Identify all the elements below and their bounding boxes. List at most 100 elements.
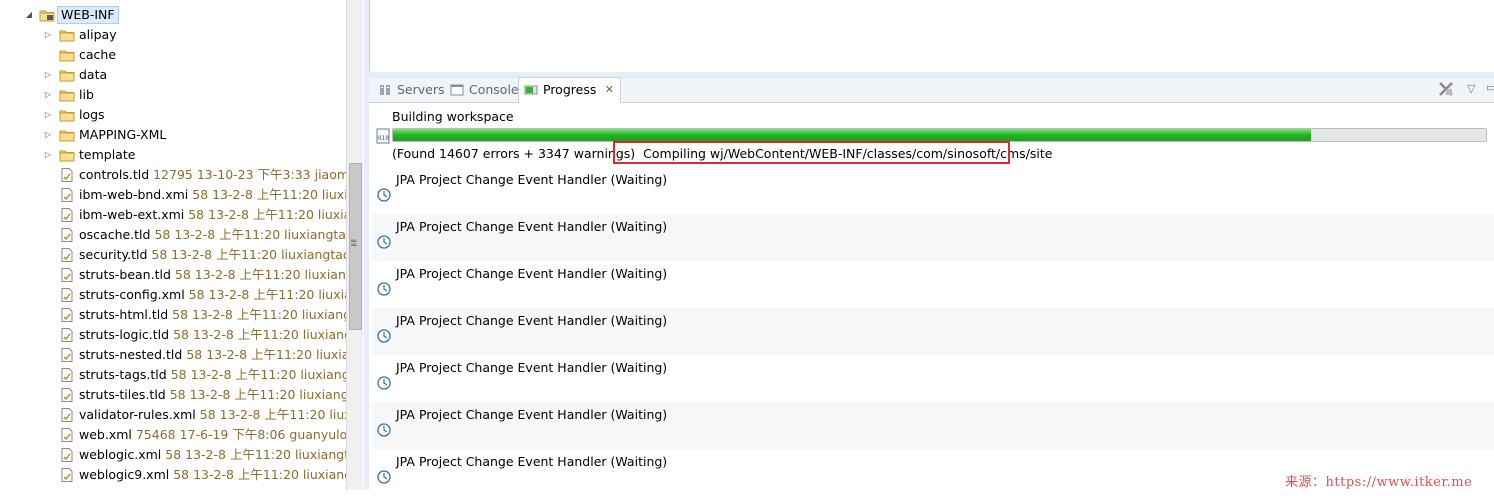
tree-folder[interactable]: ▷ MAPPING-XML [0, 125, 346, 145]
clock-icon [377, 423, 391, 437]
job-label: JPA Project Change Event Handler (Waitin… [396, 172, 668, 187]
tree-folder[interactable]: ▷ template [0, 145, 346, 165]
folder-label: data [79, 67, 108, 82]
tab-servers[interactable]: Servers [373, 78, 445, 102]
progress-icon [524, 85, 538, 95]
expanded-arrow-icon[interactable]: ◢ [24, 5, 34, 25]
file-icon [61, 308, 73, 322]
view-tab-bar: Servers Console Progress ✕ [369, 77, 1494, 104]
job-title: Building workspace [392, 109, 514, 124]
file-meta: 58 13-2-8 上午11:20 liuxiangta [172, 307, 346, 322]
tab-console[interactable]: Console [445, 78, 519, 102]
file-meta: 75468 17-6-19 下午8:06 guanyulong [135, 427, 346, 442]
file-meta: 58 13-2-8 上午11:20 liuxiangtao [165, 447, 346, 462]
folder-icon [59, 30, 75, 42]
file-icon [61, 268, 73, 282]
tree-file[interactable]: struts-config.xml 58 13-2-8 上午11:20 liux… [0, 285, 346, 305]
folder-icon [59, 90, 75, 102]
file-meta: 58 13-2-8 上午11:20 liuxiangta [173, 467, 346, 482]
tree-file[interactable]: struts-html.tld 58 13-2-8 上午11:20 liuxia… [0, 305, 346, 325]
file-name: oscache.tld [79, 227, 151, 242]
clock-icon [377, 376, 391, 390]
progress-bar [392, 128, 1487, 142]
file-meta: 58 13-2-8 上午11:20 liuxiangtao [154, 227, 346, 242]
file-name: struts-tags.tld [79, 367, 167, 382]
folder-label: cache [79, 47, 117, 62]
clock-icon [377, 235, 391, 249]
tree-file[interactable]: struts-nested.tld 58 13-2-8 上午11:20 liux… [0, 345, 346, 365]
tree-folder[interactable]: ▷ logs [0, 105, 346, 125]
folder-icon [59, 150, 75, 162]
tree-file[interactable]: struts-bean.tld 58 13-2-8 上午11:20 liuxia… [0, 265, 346, 285]
file-meta: 58 13-2-8 上午11:20 liuxiang [186, 347, 346, 362]
tree-file[interactable]: weblogic.xml 58 13-2-8 上午11:20 liuxiangt… [0, 445, 346, 465]
file-icon [61, 168, 73, 182]
folder-label: MAPPING-XML [79, 127, 167, 142]
tree-folder[interactable]: cache [0, 45, 346, 65]
tree-file[interactable]: ibm-web-bnd.xmi 58 13-2-8 上午11:20 liuxia… [0, 185, 346, 205]
file-icon [61, 348, 73, 362]
job-label: JPA Project Change Event Handler (Waitin… [396, 219, 668, 234]
tree-root-web-inf[interactable]: ◢ WEB-INF [0, 5, 346, 25]
file-name: struts-tiles.tld [79, 387, 166, 402]
highlight-box [613, 141, 1010, 164]
file-icon [61, 288, 73, 302]
tree-file[interactable]: web.xml 75468 17-6-19 下午8:06 guanyulong [0, 425, 346, 445]
collapsed-arrow-icon[interactable]: ▷ [43, 145, 53, 165]
file-icon [61, 208, 73, 222]
folder-label: lib [79, 87, 94, 102]
file-name: weblogic.xml [79, 447, 162, 462]
folder-icon [59, 50, 75, 62]
tree-folder[interactable]: ▷ alipay [0, 25, 346, 45]
folder-label: alipay [79, 27, 117, 42]
collapsed-arrow-icon[interactable]: ▷ [43, 25, 53, 45]
explorer-scrollbar[interactable]: ═ ═ [346, 0, 363, 490]
close-icon[interactable]: ✕ [605, 78, 614, 102]
folder-icon [59, 110, 75, 122]
scrollbar-grip-icon: ═ ═ [351, 237, 357, 251]
build-job-icon: 010 [376, 128, 390, 144]
tree-file[interactable]: controls.tld 12795 13-10-23 下午3:33 jiaom… [0, 165, 346, 185]
clock-icon [377, 282, 391, 296]
view-menu-icon[interactable]: ▽ [1467, 82, 1475, 95]
collapsed-arrow-icon[interactable]: ▷ [43, 65, 53, 85]
tab-label: Console [469, 82, 519, 97]
file-meta: 58 13-2-8 上午11:20 liuxiang [188, 207, 346, 222]
tree-folder[interactable]: ▷ data [0, 65, 346, 85]
tree-file[interactable]: ibm-web-ext.xmi 58 13-2-8 上午11:20 liuxia… [0, 205, 346, 225]
file-name: web.xml [79, 427, 132, 442]
tree-file[interactable]: security.tld 58 13-2-8 上午11:20 liuxiangt… [0, 245, 346, 265]
file-icon [61, 448, 73, 462]
watermark: 来源：https://www.itker.me [1285, 475, 1473, 490]
collapsed-arrow-icon[interactable]: ▷ [43, 85, 53, 105]
file-meta: 58 13-2-8 上午11:20 liuxiangta [170, 367, 346, 382]
editor-area[interactable] [369, 0, 1494, 73]
file-meta: 58 13-2-8 上午11:20 liuxiangtao [169, 387, 346, 402]
file-icon [61, 368, 73, 382]
minimize-icon[interactable]: ▭ [1486, 81, 1494, 94]
file-name: struts-nested.tld [79, 347, 183, 362]
clock-icon [377, 470, 391, 484]
job-label: JPA Project Change Event Handler (Waitin… [396, 313, 668, 328]
file-name: struts-bean.tld [79, 267, 171, 282]
tree-file[interactable]: struts-tags.tld 58 13-2-8 上午11:20 liuxia… [0, 365, 346, 385]
job-label: JPA Project Change Event Handler (Waitin… [396, 407, 668, 422]
tree-file[interactable]: struts-tiles.tld 58 13-2-8 上午11:20 liuxi… [0, 385, 346, 405]
file-name: security.tld [79, 247, 148, 262]
job-label: JPA Project Change Event Handler (Waitin… [396, 454, 668, 469]
collapsed-arrow-icon[interactable]: ▷ [43, 125, 53, 145]
tree-file[interactable]: oscache.tld 58 13-2-8 上午11:20 liuxiangta… [0, 225, 346, 245]
tree-file[interactable]: validator-rules.xml 58 13-2-8 上午11:20 li… [0, 405, 346, 425]
file-meta: 58 13-2-8 上午11:20 liuxiangta [174, 267, 346, 282]
tab-label: Servers [397, 82, 445, 97]
file-icon [61, 228, 73, 242]
tree-file[interactable]: struts-logic.tld 58 13-2-8 上午11:20 liuxi… [0, 325, 346, 345]
remove-all-finished-icon[interactable] [1437, 80, 1455, 102]
tab-progress[interactable]: Progress ✕ [518, 77, 621, 104]
tree-file[interactable]: weblogic9.xml 58 13-2-8 上午11:20 liuxiang… [0, 465, 346, 485]
file-icon [61, 408, 73, 422]
file-icon [61, 388, 73, 402]
tree-folder[interactable]: ▷ lib [0, 85, 346, 105]
collapsed-arrow-icon[interactable]: ▷ [43, 105, 53, 125]
file-icon [61, 188, 73, 202]
